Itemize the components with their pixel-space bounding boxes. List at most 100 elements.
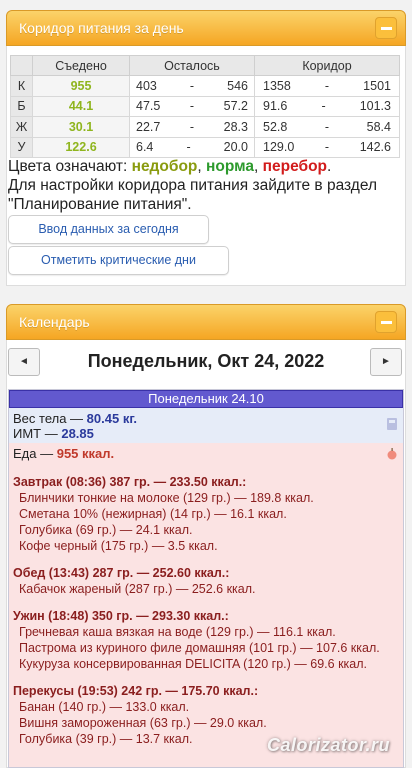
meal-title: Перекусы (19:53) 242 гр. — 175.70 ккал.: — [13, 684, 259, 698]
table-row-protein: Б 44.1 47.5 - 57.2 91.6 - 101.3 — [10, 95, 400, 117]
meal-lunch[interactable]: Обед (13:43) 287 гр. — 252.60 ккал.: Каб… — [9, 566, 403, 597]
meal-item: Гречневая каша вязкая на воде (129 гр.) … — [19, 625, 336, 639]
table-row-carbs: У 122.6 6.4 - 20.0 129.0 - 142.6 — [10, 136, 400, 158]
legend-comma: , — [197, 158, 207, 175]
range-to: 28.3 — [223, 119, 248, 134]
legend-prefix: Цвета означают: — [8, 158, 132, 175]
corridor-panel-title: Коридор питания за день — [19, 20, 184, 36]
collapse-corridor-button[interactable] — [375, 17, 397, 39]
bmi-label: ИМТ — — [13, 426, 62, 441]
corridor-panel-header[interactable]: Коридор питания за день — [6, 10, 406, 46]
range-dash: - — [186, 140, 191, 155]
watermark: Calorizator.ru — [266, 735, 390, 755]
remaining-range: 22.7 - 28.3 — [129, 116, 255, 138]
weight-block[interactable]: Вес тела — 80.45 кг. ИМТ — 28.85 — [9, 408, 403, 443]
food-line[interactable]: Еда — 955 ккал. — [9, 443, 403, 463]
corridor-range: 52.8 - 58.4 — [254, 116, 400, 138]
color-legend-text: Цвета означают: недобор, норма, перебор.… — [8, 157, 406, 214]
eaten-value: 30.1 — [32, 116, 130, 138]
apple-icon — [387, 448, 397, 460]
remaining-range: 47.5 - 57.2 — [129, 95, 255, 117]
weight-value: 80.45 кг. — [86, 411, 138, 426]
meal-item: Вишня замороженная (63 гр.) — 29.0 ккал. — [19, 716, 267, 730]
range-from: 47.5 — [136, 99, 161, 114]
settings-hint: Для настройки коридора питания зайдите в… — [8, 177, 378, 213]
legend-comma: , — [254, 158, 263, 175]
meal-item: Кофе черный (175 гр.) — 3.5 ккал. — [19, 539, 218, 553]
meal-item: Сметана 10% (нежирная) (14 гр.) — 16.1 к… — [19, 507, 287, 521]
range-from: 6.4 — [136, 140, 154, 155]
legend-period: . — [327, 158, 332, 175]
range-dash: - — [189, 99, 195, 114]
empty-header-cell — [10, 55, 33, 76]
range-from: 129.0 — [263, 140, 295, 155]
mark-critical-days-button[interactable]: Отметить критические дни — [8, 246, 229, 275]
row-label: Ж — [10, 116, 33, 138]
range-to: 20.0 — [223, 140, 248, 155]
row-label: У — [10, 136, 33, 158]
range-to: 57.2 — [223, 99, 248, 114]
range-from: 52.8 — [263, 119, 288, 134]
meal-item: Кукуруза консервированная DELICITA (120 … — [19, 657, 367, 671]
eaten-header: Съедено — [32, 55, 130, 76]
calendar-panel-header[interactable]: Календарь — [6, 304, 406, 340]
meal-title: Завтрак (08:36) 387 гр. — 233.50 ккал.: — [13, 475, 247, 489]
meal-title: Ужин (18:48) 350 гр. — 293.30 ккал.: — [13, 609, 229, 623]
meal-item: Банан (140 гр.) — 133.0 ккал. — [19, 700, 190, 714]
table-row-fat: Ж 30.1 22.7 - 28.3 52.8 - 58.4 — [10, 116, 400, 138]
row-label: К — [10, 75, 33, 97]
range-from: 91.6 — [263, 99, 288, 114]
next-day-button[interactable]: ► — [370, 348, 402, 376]
meal-item: Пастрома из куриного филе домашняя (101 … — [19, 641, 380, 655]
table-header-row: Съедено Осталось Коридор — [10, 55, 400, 76]
scale-icon — [387, 418, 397, 430]
corridor-range: 129.0 - 142.6 — [254, 136, 400, 158]
bmi-line: ИМТ — 28.85 — [13, 426, 399, 441]
range-dash: - — [324, 119, 330, 134]
day-entry: Понедельник 24.10 Вес тела — 80.45 кг. И… — [8, 389, 404, 768]
calendar-date: Понедельник, Окт 24, 2022 — [87, 351, 325, 371]
range-from: 22.7 — [136, 119, 161, 134]
corridor-range: 91.6 - 101.3 — [254, 95, 400, 117]
range-dash: - — [189, 78, 195, 93]
range-to: 58.4 — [366, 119, 391, 134]
meal-item: Блинчики тонкие на молоке (129 гр.) — 18… — [19, 491, 314, 505]
meal-dinner[interactable]: Ужин (18:48) 350 гр. — 293.30 ккал.: Гре… — [9, 609, 403, 672]
remaining-range: 6.4 - 20.0 — [129, 136, 255, 158]
meal-item: Кабачок жареный (287 гр.) — 252.6 ккал. — [19, 582, 256, 596]
input-today-button[interactable]: Ввод данных за сегодня — [8, 215, 209, 244]
eaten-value: 44.1 — [32, 95, 130, 117]
legend-under: недобор — [131, 158, 198, 175]
remaining-header: Осталось — [129, 55, 255, 76]
remaining-range: 403 - 546 — [129, 75, 255, 97]
weight-line: Вес тела — 80.45 кг. — [13, 411, 399, 426]
corridor-header: Коридор — [254, 55, 400, 76]
meal-breakfast[interactable]: Завтрак (08:36) 387 гр. — 233.50 ккал.: … — [9, 475, 403, 554]
calendar-panel-title: Календарь — [19, 314, 90, 330]
food-label: Еда — — [13, 446, 57, 461]
range-dash: - — [324, 140, 330, 155]
prev-day-button[interactable]: ◄ — [8, 348, 40, 376]
range-to: 546 — [227, 78, 248, 93]
meal-title: Обед (13:43) 287 гр. — 252.60 ккал.: — [13, 566, 230, 580]
meal-item: Голубика (69 гр.) — 24.1 ккал. — [19, 523, 193, 537]
range-to: 1501 — [363, 78, 391, 93]
weight-label: Вес тела — — [13, 411, 87, 426]
legend-over: перебор — [262, 158, 328, 175]
bmi-value: 28.85 — [61, 426, 94, 441]
range-from: 403 — [136, 78, 157, 93]
food-value: 955 ккал. — [56, 446, 115, 461]
eaten-value: 122.6 — [32, 136, 130, 158]
range-to: 101.3 — [359, 99, 391, 114]
row-label: Б — [10, 95, 33, 117]
minus-icon — [381, 321, 392, 324]
legend-norm: норма — [206, 158, 254, 175]
range-from: 1358 — [263, 78, 291, 93]
range-dash: - — [321, 99, 326, 114]
day-header[interactable]: Понедельник 24.10 — [9, 390, 403, 408]
corridor-range: 1358 - 1501 — [254, 75, 400, 97]
range-to: 142.6 — [359, 140, 391, 155]
minus-icon — [381, 27, 392, 30]
eaten-value: 955 — [32, 75, 130, 97]
collapse-calendar-button[interactable] — [375, 311, 397, 333]
